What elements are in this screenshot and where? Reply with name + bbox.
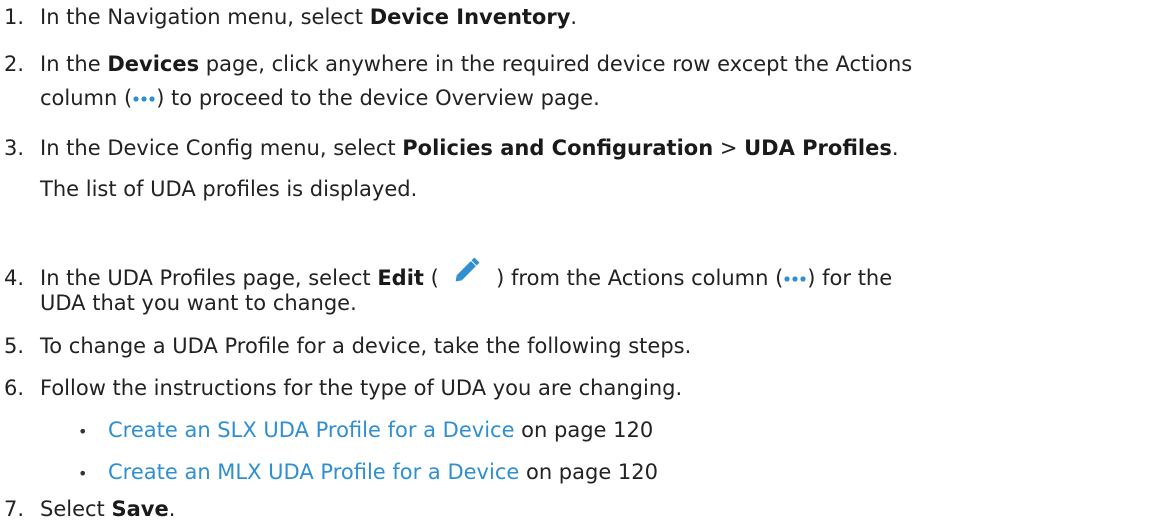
step-text: column ( [40,86,133,110]
step-text: In the UDA Profiles page, select [40,266,378,290]
step-text: Follow the instructions for the type of … [40,376,683,400]
step-text: In the [40,52,108,76]
bullet-glyph: • [78,422,88,441]
step-number: 3. [4,136,25,160]
ui-term-edit: Edit [377,266,424,290]
step-text-cont: ) from the Actions column ( [489,266,784,290]
step-5: 5. To change a UDA Profile for a device, … [0,331,691,361]
step-6: 6. Follow the instructions for the type o… [0,373,682,403]
ui-term-policies-and-configuration: Policies and Configuration [402,136,714,160]
step-text-sep: > [713,136,745,160]
step-text: UDA that you want to change. [40,291,357,315]
more-horizontal-dots-icon [132,82,156,112]
ui-term-device-inventory: Device Inventory [369,5,571,29]
step-text-end: . [570,5,578,29]
pencil-edit-icon [445,251,490,291]
step-number: 2. [4,52,25,76]
ui-term-save: Save [111,497,169,521]
step-text: Select [40,497,112,521]
step-7: 7. Select Save. [0,494,175,524]
page-reference: on page 120 [519,460,659,484]
step-3: 3. In the Device Config menu, select Poli… [0,133,899,163]
step-text: In the Navigation menu, select [40,5,370,29]
step-text-paren: ( [423,266,446,290]
step-text-cont: page, click anywhere in the required dev… [199,52,913,76]
link-create-slx-uda-profile[interactable]: Create an SLX UDA Profile for a Device [108,418,515,442]
list-item: • Create an SLX UDA Profile for a Device … [78,415,653,447]
list-item: • Create an MLX UDA Profile for a Device … [78,457,658,489]
step-number: 4. [4,266,25,290]
ui-term-uda-profiles: UDA Profiles [744,136,892,160]
step-text-cont: ) to proceed to the device Overview page… [156,86,600,110]
step-result-text: The list of UDA profiles is displayed. [40,177,418,201]
step-1: 1. In the Navigation menu, select Device … [0,2,577,32]
step-3-result: The list of UDA profiles is displayed. [40,174,417,204]
more-horizontal-dots-icon [783,262,807,292]
bullet-glyph: • [78,464,88,483]
step-text: In the Device Config menu, select [40,136,403,160]
step-number: 7. [4,497,25,521]
step-number: 5. [4,334,25,358]
ui-term-devices: Devices [107,52,200,76]
step-2-line-2: column ( ) to proceed to the device Overv… [40,83,600,114]
step-number: 6. [4,376,25,400]
step-text-end: . [168,497,176,521]
step-2: 2. In the Devices page, click anywhere in… [0,49,912,79]
step-text-end: . [891,136,899,160]
step-number: 1. [4,5,25,29]
step-4-line-2: UDA that you want to change. [40,288,357,318]
page-reference: on page 120 [514,418,654,442]
step-text: To change a UDA Profile for a device, ta… [40,334,692,358]
document-page: 1. In the Navigation menu, select Device … [0,0,1149,521]
link-create-mlx-uda-profile[interactable]: Create an MLX UDA Profile for a Device [108,460,519,484]
step-text-end: ) for the [807,266,893,290]
